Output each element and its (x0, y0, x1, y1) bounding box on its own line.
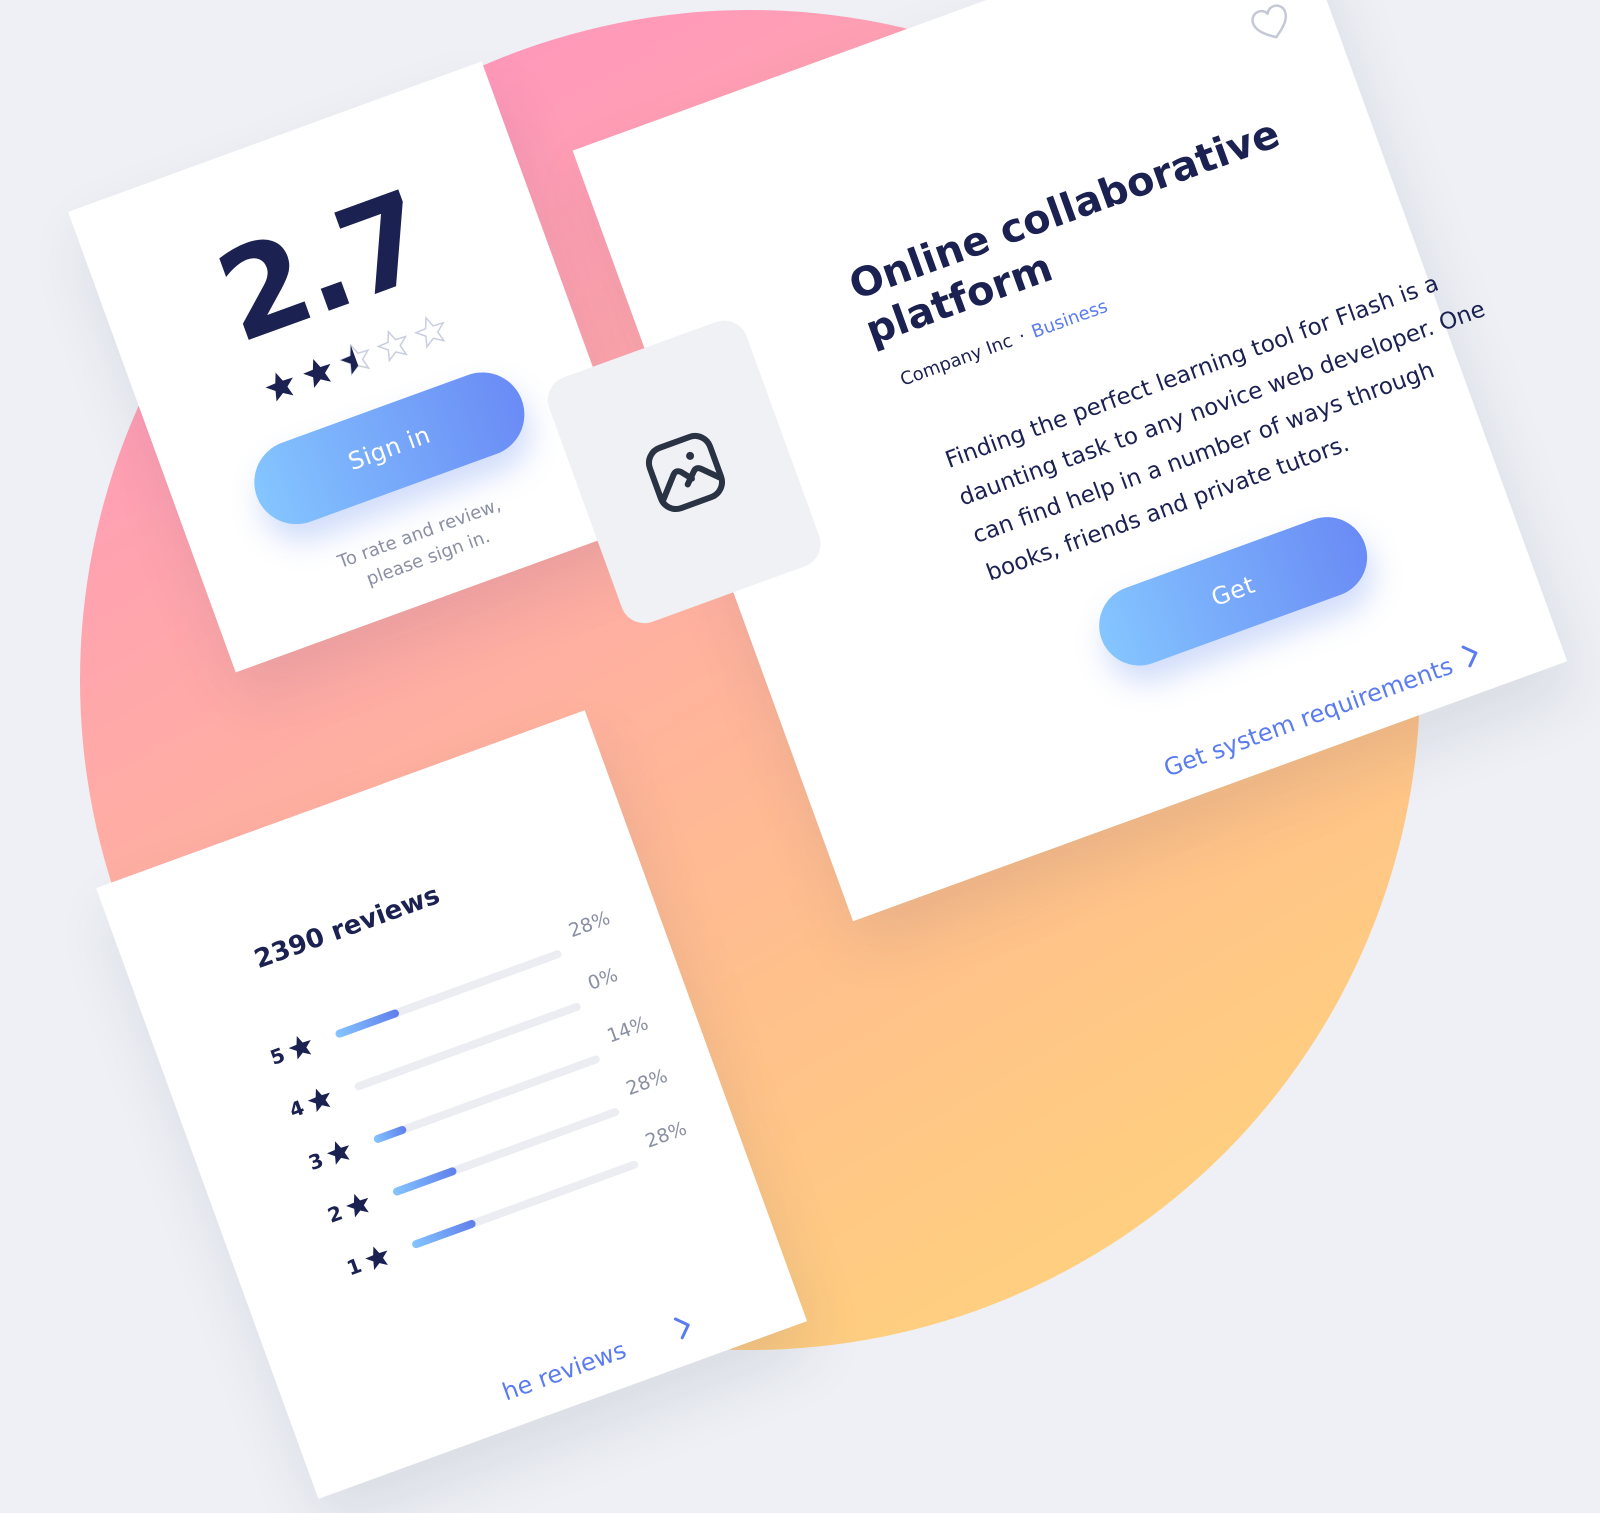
rating-bar-fill (391, 1166, 458, 1197)
rating-row-percent: 14% (604, 1012, 652, 1048)
see-reviews-link[interactable]: he reviews (499, 1336, 630, 1407)
rating-bar-fill (353, 1083, 357, 1092)
rating-bar-fill (334, 1008, 401, 1039)
half-star-icon (335, 338, 376, 379)
reviews-count-title: 2390 reviews (250, 880, 444, 976)
image-icon (639, 426, 731, 518)
rating-row-stars-label: 3 (305, 1147, 327, 1176)
star-icon (303, 1083, 336, 1116)
chevron-right-icon[interactable] (1455, 637, 1488, 673)
system-requirements-link[interactable]: Get system requirements (1160, 652, 1457, 783)
meta-separator: · (1015, 325, 1029, 348)
rating-bar-fill (372, 1125, 408, 1145)
category-link[interactable]: Business (1029, 296, 1111, 343)
star-icon (361, 1241, 394, 1274)
rating-row-percent: 28% (565, 907, 614, 943)
rating-card: 2.7 Sign in To rate and review, please s… (68, 61, 650, 673)
rating-distribution: 5 28% 4 0% 3 14% 2 28% 1 28% (96, 710, 690, 1280)
star-icon (284, 1030, 317, 1063)
star-icon (260, 365, 301, 406)
rating-row-stars-label: 1 (343, 1253, 365, 1281)
star-icon (297, 352, 338, 393)
heart-icon[interactable] (1246, 0, 1297, 50)
star-icon (322, 1135, 355, 1168)
rating-row-percent: 28% (623, 1064, 671, 1101)
tilted-scene: 2.7 Sign in To rate and review, please s… (0, 0, 1600, 1499)
rating-row-percent: 0% (584, 963, 621, 995)
rating-bar-fill (411, 1218, 477, 1250)
chevron-right-icon[interactable] (667, 1308, 700, 1344)
star-icon (341, 1188, 374, 1221)
product-card: Online collaborative platform Company In… (541, 0, 1568, 922)
empty-star-icon (373, 324, 414, 365)
rating-row-stars-label: 2 (324, 1200, 346, 1228)
rating-row-stars-label: 4 (286, 1095, 308, 1123)
reviews-card: 2390 reviews 5 28% 4 0% 3 14% 2 28% 1 28% he revi… (96, 710, 808, 1499)
rating-row-stars-label: 5 (266, 1042, 289, 1070)
rating-row-percent: 28% (642, 1117, 690, 1153)
empty-star-icon (410, 311, 451, 352)
